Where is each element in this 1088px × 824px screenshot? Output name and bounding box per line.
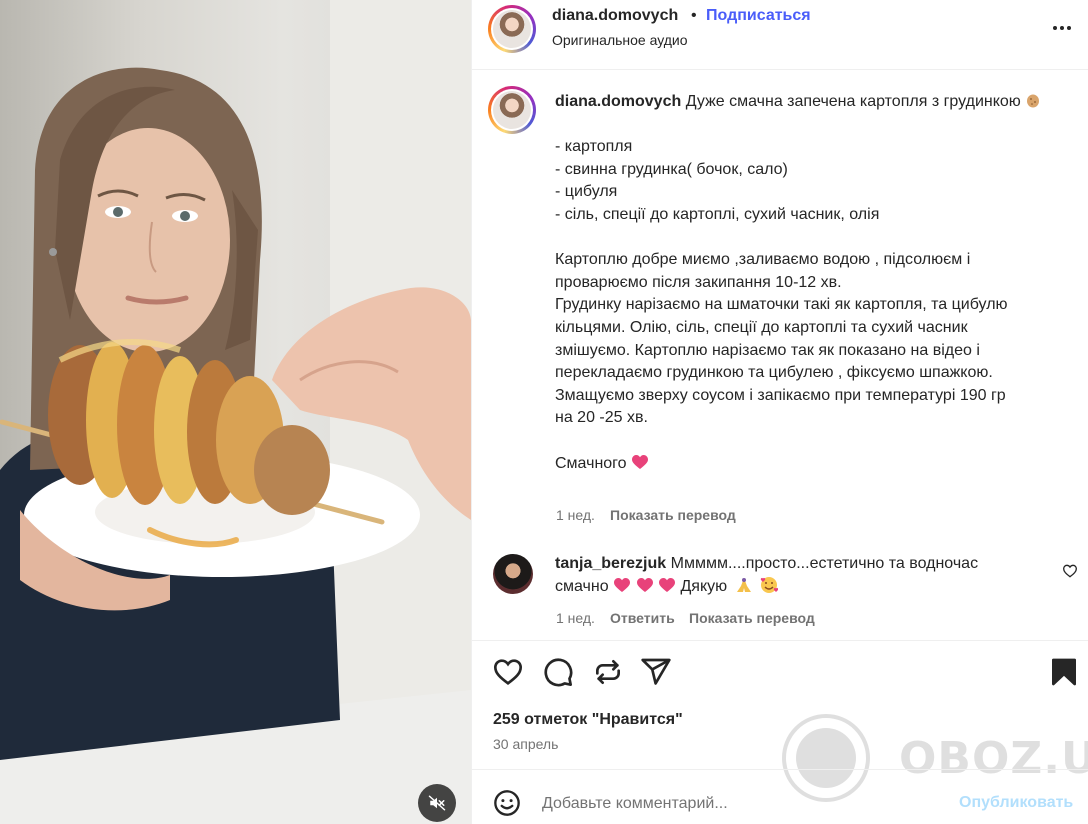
step-line: проварюємо після закипання 10-12 хв. [555,273,842,291]
separator-dot: • [691,7,697,24]
likes-count-link[interactable]: 259 отметок "Нравится" [493,711,683,729]
step-line: Змащуємо зверху соусом і запікаємо при т… [555,386,1006,404]
potato-emoji [1027,94,1040,108]
comment-text-line2-prefix: смачно [555,577,609,595]
post-caption: diana.domovych Дуже смачна запечена карт… [555,91,1055,475]
caption-title: Дуже смачна запечена картопля з грудинко… [685,93,1021,110]
smiling-face-with-hearts-emoji [760,576,779,593]
audio-label-link[interactable]: Оригинальное аудио [552,32,688,48]
heart-icon[interactable] [492,656,524,688]
video-frame-image [0,0,471,824]
add-comment-input[interactable] [542,790,942,818]
step-line: Грудинку нарізаємо на шматочки такі як к… [555,296,1008,314]
post-details-panel: diana.domovych • Подписаться Оригинально… [471,0,1088,824]
caption-translate-button[interactable]: Показать перевод [610,507,736,523]
comment-icon[interactable] [542,656,574,688]
author-username-link[interactable]: diana.domovych [552,7,678,25]
mute-toggle-button[interactable] [418,784,456,822]
post-date[interactable]: 30 апрель [493,736,558,752]
like-comment-heart-icon[interactable] [1062,563,1078,579]
pink-heart-emoji [636,577,653,592]
pink-heart-emoji [632,454,649,469]
comment-timestamp[interactable]: 1 нед. [556,610,595,626]
comment-reply-button[interactable]: Ответить [610,610,675,626]
step-line: Картоплю добре миємо ,заливаємо водою , … [555,251,971,269]
comment-text-line2-suffix: Дякую [680,577,728,595]
caption-timestamp[interactable]: 1 нед. [556,507,595,523]
share-icon[interactable] [640,656,672,688]
pink-heart-emoji [614,577,631,592]
emoji-smile-icon[interactable] [493,789,521,817]
ingredient-line: - свинна грудинка( бочок, сало) [555,160,788,178]
post-media-video[interactable] [0,0,471,824]
author-avatar[interactable] [488,5,536,53]
follow-button[interactable]: Подписаться [706,7,811,25]
divider [472,769,1088,770]
more-options-icon [1053,26,1057,30]
caption-author-avatar[interactable] [488,86,536,134]
step-line: змішуємо. Картоплю нарізаємо так як пока… [555,341,980,359]
folded-hands-emoji [736,577,751,592]
ingredient-line: - цибуля [555,183,618,201]
commenter-avatar[interactable] [493,554,533,594]
comment-text-line1: Ммммм....просто...естетично та водночас [670,555,979,572]
comment-translate-button[interactable]: Показать перевод [689,610,815,626]
caption-username-link[interactable]: diana.domovych [555,93,681,110]
post-header: diana.domovych • Подписаться Оригинально… [472,0,1088,70]
pink-heart-emoji [658,577,675,592]
ingredient-line: - картопля [555,138,633,156]
commenter-username-link[interactable]: tanja_berezjuk [555,555,666,572]
bookmark-icon[interactable] [1048,656,1080,688]
divider [472,640,1088,641]
watermark-text: OBOZ.UA [899,733,1088,784]
step-line: перекладаємо грудинкою та цибулею , фікс… [555,364,993,382]
ingredient-line: - сіль, спеції до картоплі, сухий часник… [555,205,880,223]
post-comment-button[interactable]: Опубликовать [959,794,1073,812]
repost-icon[interactable] [592,656,624,688]
step-line: кільцями. Олію, сіль, спеції до картоплі… [555,318,968,336]
comment-item: tanja_berezjuk Ммммм....просто...естетич… [555,553,1055,598]
more-options-button[interactable] [1048,16,1076,40]
step-line: на 20 -25 хв. [555,409,648,427]
speaker-muted-icon [428,795,446,811]
caption-closing: Смачного [555,454,627,472]
